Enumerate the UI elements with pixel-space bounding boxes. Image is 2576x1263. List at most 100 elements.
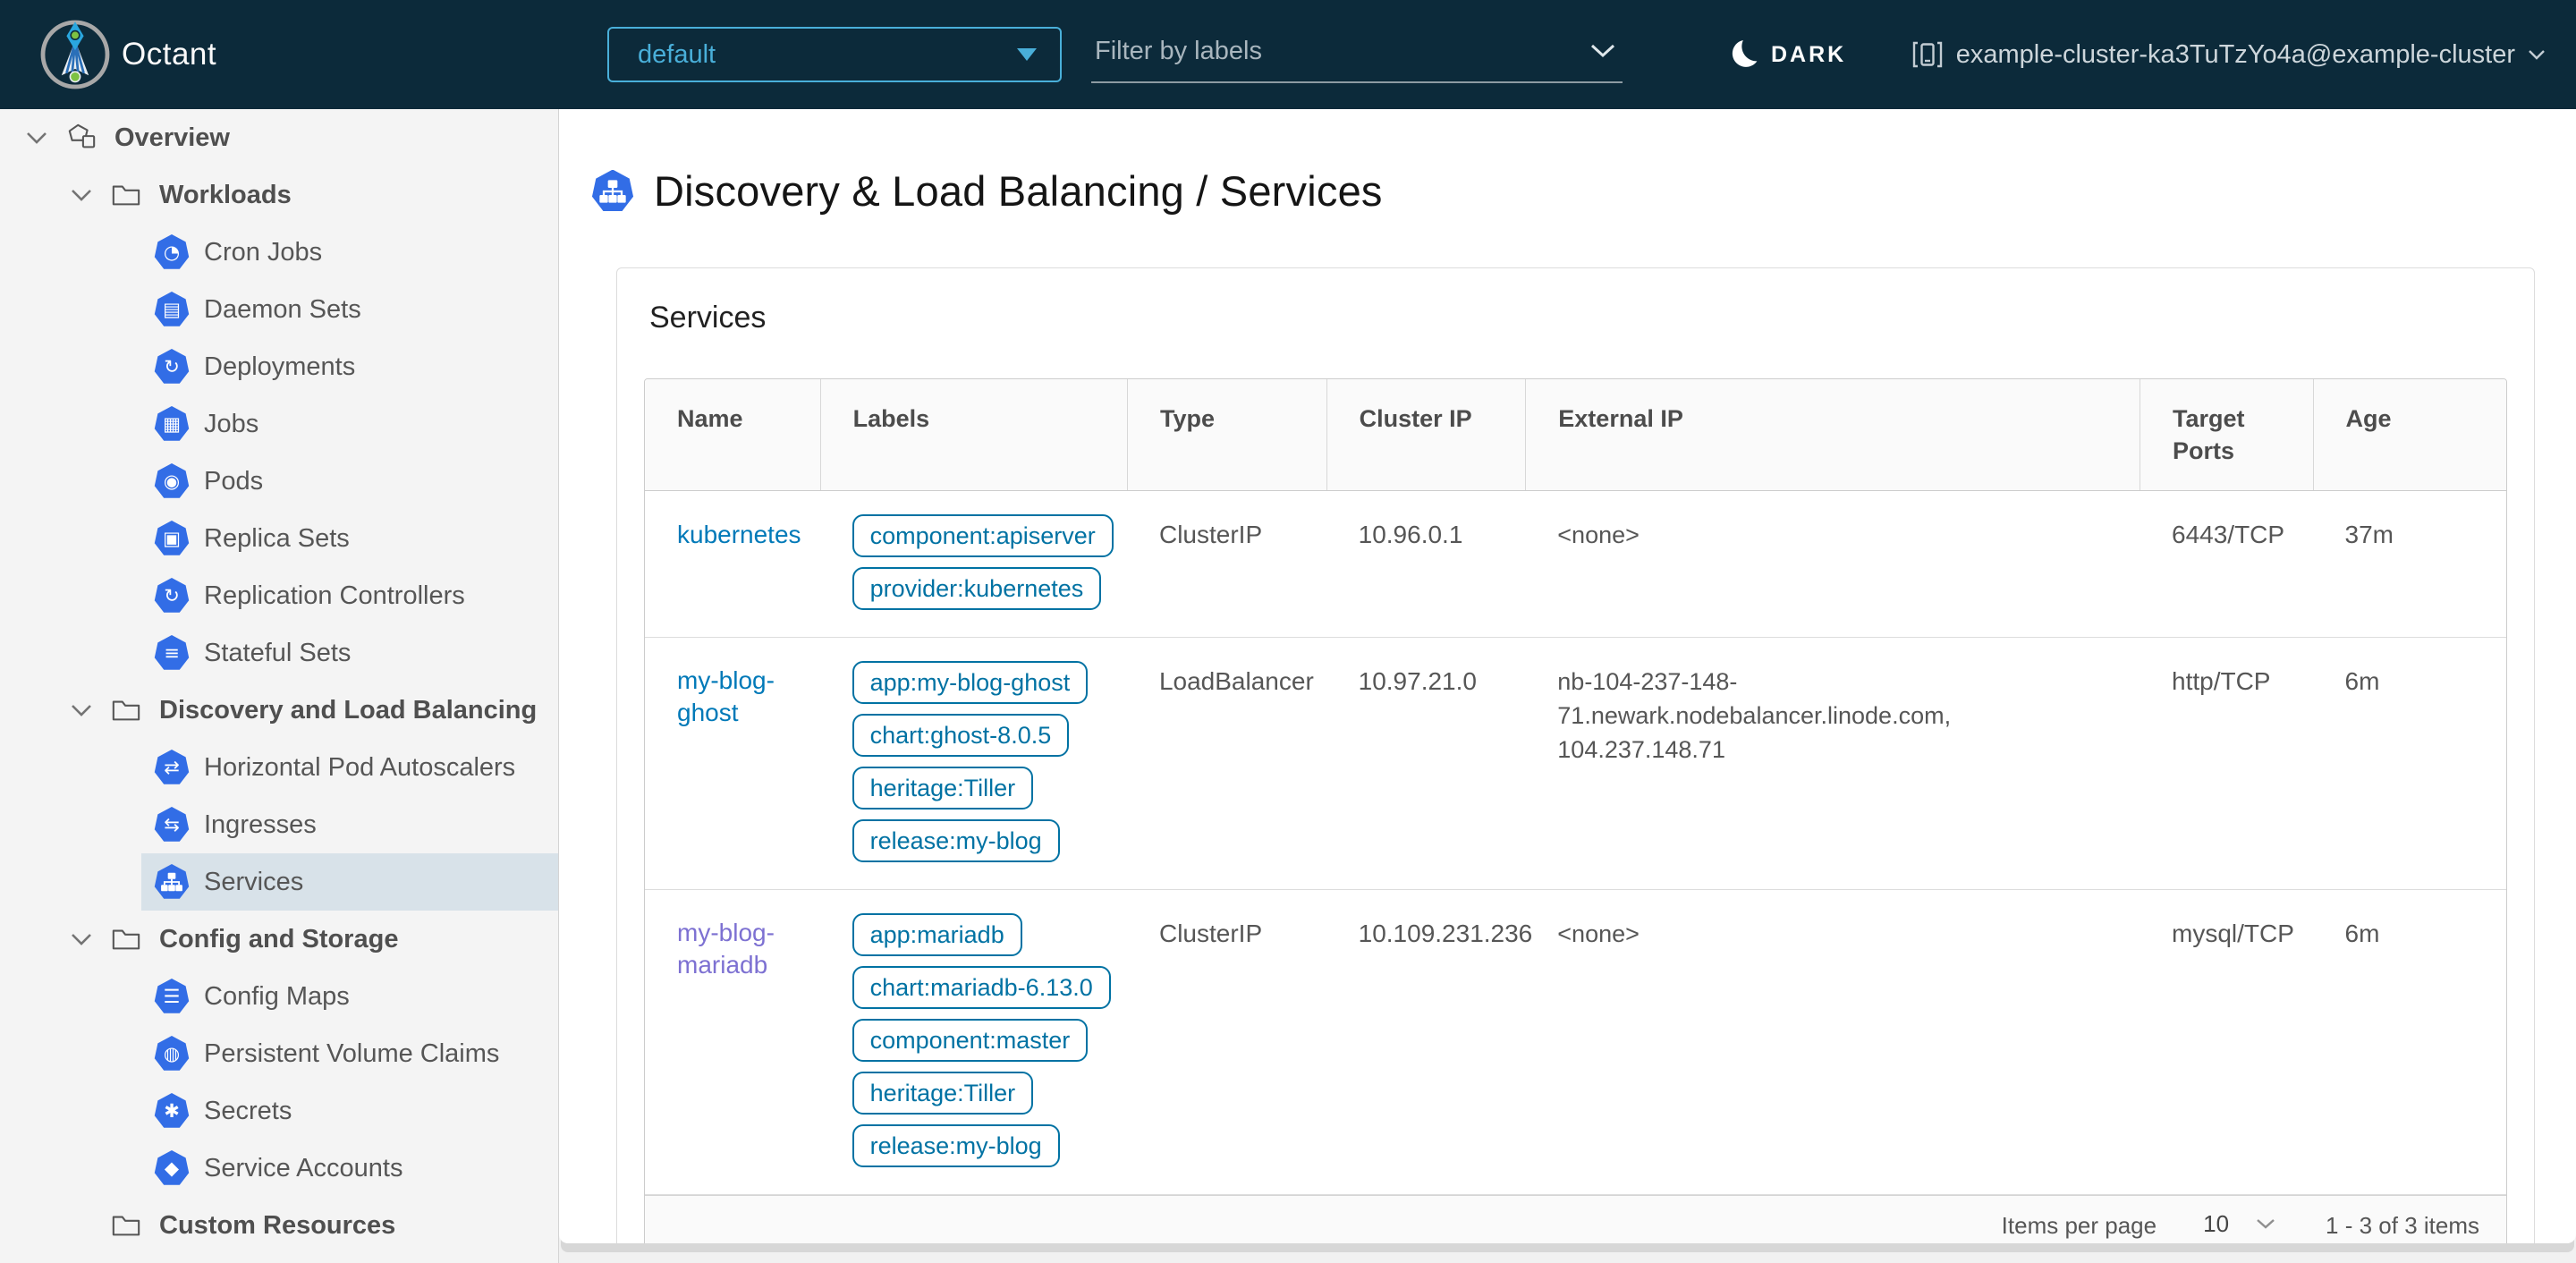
services-table: Name Labels Type Cluster IP External IP Targe… — [644, 378, 2507, 1243]
sidebar-item-label: Daemon Sets — [204, 294, 361, 324]
sidebar-item-label: Horizontal Pod Autoscalers — [204, 752, 516, 782]
sidebar-item-cron-jobs[interactable]: ◔ Cron Jobs — [141, 224, 558, 281]
sidebar-item-label: Services — [204, 867, 304, 896]
context-switcher[interactable]: example-cluster-ka3TuTzYo4a@example-clus… — [1911, 38, 2546, 71]
cell-name: kubernetes — [645, 491, 820, 637]
cell-type: ClusterIP — [1158, 920, 1263, 947]
sidebar-item-custom-resources[interactable]: Custom Resources — [0, 1197, 558, 1254]
table-header-row: Name Labels Type Cluster IP External IP Targe… — [645, 379, 2506, 491]
service-link[interactable]: kubernetes — [677, 519, 801, 551]
sidebar-item-label: Config and Storage — [159, 924, 399, 954]
folder-icon — [112, 700, 140, 721]
serviceaccounts-icon: ◆ — [154, 1150, 190, 1185]
sidebar-nav: Overview Workloads ◔ Cron Jobs ▤ Daemon Sets ↻… — [0, 109, 559, 1263]
moon-icon — [1732, 39, 1758, 67]
sidebar-item-replication-controllers[interactable]: ↻ Replication Controllers — [141, 567, 558, 624]
sidebar-item-overview[interactable]: Overview — [0, 109, 558, 166]
sidebar-item-secrets[interactable]: ✱ Secrets — [141, 1082, 558, 1140]
sidebar-item-label: Ingresses — [204, 810, 317, 839]
sidebar-item-persistent-volume-claims[interactable]: ◍ Persistent Volume Claims — [141, 1025, 558, 1082]
sidebar-item-stateful-sets[interactable]: ≡ Stateful Sets — [141, 624, 558, 682]
caret-down-icon[interactable] — [25, 131, 48, 145]
service-link[interactable]: my-blog-ghost — [677, 665, 788, 729]
jobs-icon: ▦ — [154, 406, 190, 441]
hpa-icon: ⇄ — [154, 750, 190, 784]
label-tag: component:master — [852, 1019, 1089, 1062]
daemonsets-icon: ▤ — [154, 292, 190, 326]
replicationcontrollers-icon: ↻ — [154, 578, 190, 613]
sidebar-item-daemon-sets[interactable]: ▤ Daemon Sets — [141, 281, 558, 338]
cell-name: my-blog-ghost — [645, 638, 820, 889]
theme-toggle-label: DARK — [1771, 41, 1847, 67]
namespace-select[interactable]: default — [607, 27, 1062, 82]
cell-age: 6m — [2344, 920, 2380, 947]
column-header-external-ip: External IP — [1525, 379, 2140, 490]
sidebar-item-label: Jobs — [204, 409, 259, 438]
cell-type: ClusterIP — [1158, 521, 1263, 548]
cell-cluster-ip: 10.109.231.236 — [1358, 920, 1533, 947]
label-tag: app:mariadb — [852, 913, 1022, 956]
sidebar-item-label: Custom Resources — [159, 1210, 396, 1240]
sidebar-item-label: Secrets — [204, 1096, 292, 1125]
main-area: Discovery & Load Balancing / Services Se… — [559, 109, 2576, 1263]
column-header-target-ports: Target Ports — [2140, 379, 2313, 490]
sidebar-item-horizontal-pod-autoscalers[interactable]: ⇄ Horizontal Pod Autoscalers — [141, 739, 558, 796]
caret-down-icon[interactable] — [70, 703, 93, 717]
label-tag: release:my-blog — [852, 1124, 1060, 1167]
sidebar-item-label: Replication Controllers — [204, 581, 465, 610]
items-per-page-label: Items per page — [2001, 1212, 2157, 1239]
namespace-select-value: default — [638, 39, 716, 69]
page-title: Discovery & Load Balancing / Services — [654, 167, 1383, 215]
caret-down-icon[interactable] — [70, 932, 93, 946]
services-icon — [154, 864, 190, 899]
label-tag: provider:kubernetes — [852, 567, 1102, 610]
chevron-down-icon — [2257, 1218, 2275, 1229]
cell-target-ports: 6443/TCP — [2172, 521, 2285, 548]
sidebar-item-label: Deployments — [204, 352, 356, 381]
sidebar-item-deployments[interactable]: ↻ Deployments — [141, 338, 558, 395]
app-title: Octant — [122, 37, 217, 72]
sidebar-item-discovery-and-load-balancing[interactable]: Discovery and Load Balancing — [0, 682, 558, 739]
chevron-down-icon — [2529, 50, 2545, 60]
caret-down-icon[interactable] — [70, 188, 93, 202]
service-link[interactable]: my-blog-mariadb — [677, 917, 788, 981]
cell-cluster-ip: 10.97.21.0 — [1358, 667, 1477, 695]
cell-age: 6m — [2344, 667, 2380, 695]
services-card: Services Name Labels Type Cluster IP Externa… — [616, 267, 2535, 1243]
cell-type: LoadBalancer — [1158, 667, 1314, 695]
sidebar-item-label: Overview — [114, 123, 230, 152]
cell-external-ip: <none> — [1557, 920, 1640, 947]
sidebar-item-service-accounts[interactable]: ◆ Service Accounts — [141, 1140, 558, 1197]
sidebar-item-pods[interactable]: ◉ Pods — [141, 453, 558, 510]
ingresses-icon: ⇆ — [154, 807, 190, 842]
sidebar-item-label: Replica Sets — [204, 523, 350, 553]
configmaps-icon: ☰ — [154, 979, 190, 1013]
items-per-page-select[interactable]: 10 — [2190, 1208, 2285, 1243]
label-tag: component:apiserver — [852, 514, 1114, 557]
sidebar-item-config-and-storage[interactable]: Config and Storage — [0, 911, 558, 968]
cell-cluster-ip: 10.96.0.1 — [1358, 521, 1463, 548]
cell-target-ports: mysql/TCP — [2172, 920, 2294, 947]
sidebar-item-jobs[interactable]: ▦ Jobs — [141, 395, 558, 453]
sidebar-item-config-maps[interactable]: ☰ Config Maps — [141, 968, 558, 1025]
services-icon — [591, 169, 634, 212]
folder-icon — [112, 185, 140, 206]
dark-theme-toggle[interactable]: DARK — [1726, 39, 1846, 70]
label-tag: release:my-blog — [852, 819, 1060, 862]
folder-icon — [112, 1216, 140, 1236]
sidebar-item-replica-sets[interactable]: ▣ Replica Sets — [141, 510, 558, 567]
chevron-down-icon — [1017, 48, 1037, 61]
cell-age: 37m — [2344, 521, 2394, 548]
column-header-age: Age — [2312, 379, 2506, 490]
filter-by-labels-input[interactable]: Filter by labels — [1091, 26, 1623, 83]
sidebar-item-ingresses[interactable]: ⇆ Ingresses — [141, 796, 558, 853]
label-tag: heritage:Tiller — [852, 1072, 1034, 1115]
octant-logo-icon — [40, 20, 110, 89]
column-header-type: Type — [1126, 379, 1326, 490]
card-title: Services — [649, 301, 767, 335]
table-row: my-blog-mariadb app:mariadb chart:mariadb-… — [645, 890, 2506, 1195]
sidebar-item-services[interactable]: Services — [141, 853, 558, 911]
statefulsets-icon: ≡ — [154, 635, 190, 670]
sidebar-item-workloads[interactable]: Workloads — [0, 166, 558, 224]
pvc-icon: ◍ — [154, 1036, 190, 1071]
